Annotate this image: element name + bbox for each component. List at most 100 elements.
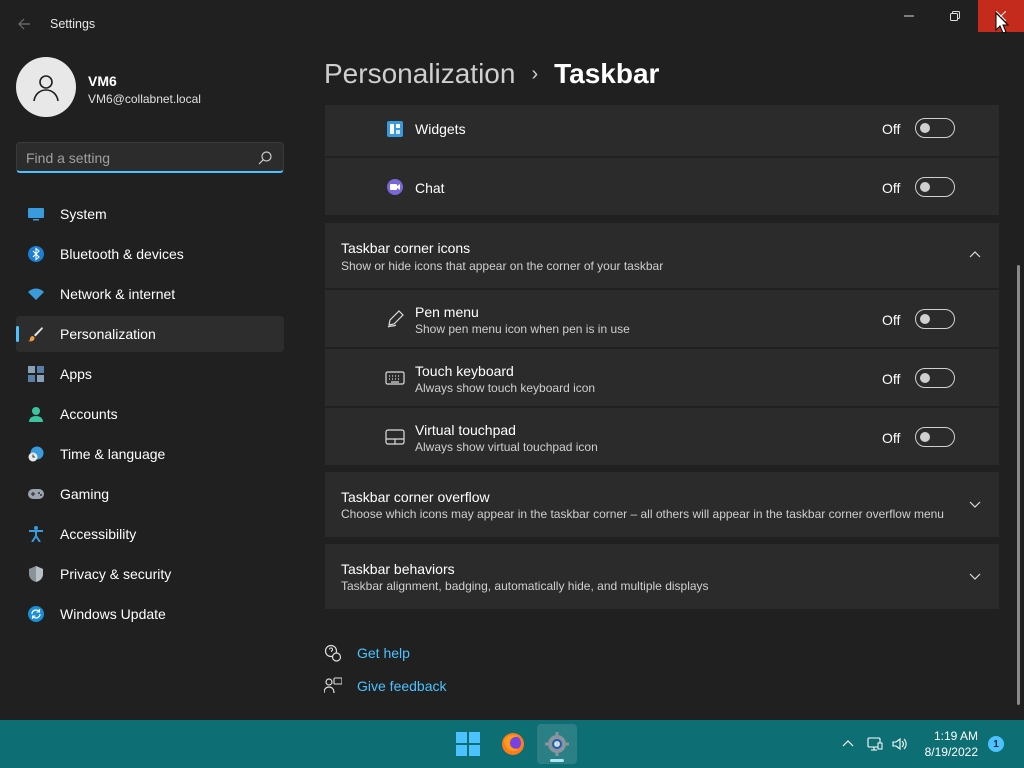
back-arrow-icon [18,18,30,30]
chat-row: Chat Off [325,158,999,215]
sidebar-item-label: Privacy & security [60,566,172,582]
chevron-up-icon[interactable] [967,247,983,263]
feedback-icon [324,677,342,694]
touch-keyboard-row: Touch keyboard Always show touch keyboar… [325,349,999,406]
sidebar-item-label: System [60,206,107,222]
virtual-touchpad-state: Off [882,430,901,446]
firefox-taskbar-button[interactable] [493,724,533,764]
virtual-touchpad-toggle[interactable] [915,427,955,447]
corner-overflow-section[interactable]: Taskbar corner overflow Choose which ico… [325,472,999,537]
chat-label: Chat [415,180,445,196]
pen-menu-row: Pen menu Show pen menu icon when pen is … [325,290,999,347]
sidebar-item-bluetooth-devices[interactable]: Bluetooth & devices [16,236,284,272]
pen-menu-toggle[interactable] [915,309,955,329]
get-help-link[interactable]: Get help [324,644,410,662]
chat-toggle[interactable] [915,177,955,197]
toggle-knob [920,182,930,192]
settings-taskbar-button[interactable] [537,724,577,764]
sidebar-item-apps[interactable]: Apps [16,356,284,392]
sidebar-item-label: Apps [60,366,92,382]
sidebar-item-accessibility[interactable]: Accessibility [16,516,284,552]
sidebar-item-label: Windows Update [60,606,166,622]
clock-date[interactable]: 8/19/2022 [920,745,978,759]
person-silhouette-icon [33,75,59,102]
sidebar-item-label: Time & language [60,446,166,462]
gear-icon [545,732,569,756]
windows-logo-icon [456,732,480,756]
back-button[interactable] [12,12,36,36]
scrollbar[interactable] [1017,265,1020,705]
title-bar: Settings [0,0,1024,48]
volume-icon[interactable] [892,736,908,752]
sidebar-item-label: Gaming [60,486,110,502]
sidebar-item-time-language[interactable]: Time & language [16,436,284,472]
widgets-toggle[interactable] [915,118,955,138]
pen-menu-title: Pen menu [415,304,479,320]
bluetooth-icon [28,246,44,262]
sidebar-item-accounts[interactable]: Accounts [16,396,284,432]
minimize-button[interactable] [886,0,932,32]
search-input[interactable] [26,147,251,169]
shield-icon [29,566,43,582]
search-box[interactable] [16,142,284,173]
corner-icons-header[interactable]: Taskbar corner icons Show or hide icons … [325,223,999,288]
chevron-down-icon[interactable] [967,496,983,512]
corner-icons-title: Taskbar corner icons [341,240,471,256]
firefox-icon [502,733,524,755]
sidebar-item-label: Network & internet [60,286,176,302]
search-icon[interactable] [257,150,273,166]
start-button[interactable] [448,724,488,764]
gamepad-icon [28,489,44,499]
sidebar-item-gaming[interactable]: Gaming [16,476,284,512]
behaviors-subtitle: Taskbar alignment, badging, automaticall… [341,579,709,593]
sidebar-item-personalization[interactable]: Personalization [16,316,284,352]
behaviors-section[interactable]: Taskbar behaviors Taskbar alignment, bad… [325,544,999,609]
pen-menu-state: Off [882,312,901,328]
page-title: Taskbar [554,58,660,89]
notification-badge[interactable]: 1 [988,736,1004,752]
system-taskbar: 1:19 AM 8/19/2022 1 [0,720,1024,768]
give-feedback-text[interactable]: Give feedback [357,678,447,694]
sidebar-item-system[interactable]: System [16,196,284,232]
minimize-icon [904,15,914,17]
user-email: VM6@collabnet.local [88,92,201,106]
sidebar-item-label: Bluetooth & devices [60,246,184,262]
give-feedback-link[interactable]: Give feedback [324,677,447,695]
chat-state: Off [882,180,901,196]
chevron-up-icon[interactable] [840,736,856,752]
chat-icon [387,179,403,195]
restore-icon [950,11,960,21]
mouse-cursor-icon [995,12,1009,34]
sidebar-item-privacy-security[interactable]: Privacy & security [16,556,284,592]
sidebar-nav: System Bluetooth & devices Network & int… [16,196,284,636]
toggle-knob [920,123,930,133]
person-icon [29,407,43,422]
breadcrumb-parent[interactable]: Personalization [324,58,515,90]
clock-time[interactable]: 1:19 AM [920,729,978,743]
virtual-touchpad-subtitle: Always show virtual touchpad icon [415,440,598,454]
sidebar-item-label: Accounts [60,406,118,422]
touch-keyboard-state: Off [882,371,901,387]
widgets-label: Widgets [415,121,466,137]
app-title: Settings [50,17,96,31]
sidebar-item-label: Personalization [60,326,156,342]
restore-button[interactable] [932,0,978,32]
chevron-down-icon[interactable] [967,568,983,584]
touchpad-icon [385,429,405,445]
corner-overflow-subtitle: Choose which icons may appear in the tas… [341,507,944,521]
monitor-icon [28,208,44,221]
update-icon [28,606,44,622]
user-name: VM6 [88,73,117,89]
sidebar-item-label: Accessibility [60,526,137,542]
behaviors-title: Taskbar behaviors [341,561,455,577]
sidebar-item-network-internet[interactable]: Network & internet [16,276,284,312]
widgets-icon [387,121,403,137]
virtual-touchpad-row: Virtual touchpad Always show virtual tou… [325,408,999,465]
accessibility-icon [29,526,43,542]
virtual-touchpad-title: Virtual touchpad [415,422,516,438]
sidebar-item-windows-update[interactable]: Windows Update [16,596,284,632]
get-help-text[interactable]: Get help [357,645,410,661]
avatar [16,57,76,117]
network-icon[interactable] [867,736,883,752]
touch-keyboard-toggle[interactable] [915,368,955,388]
